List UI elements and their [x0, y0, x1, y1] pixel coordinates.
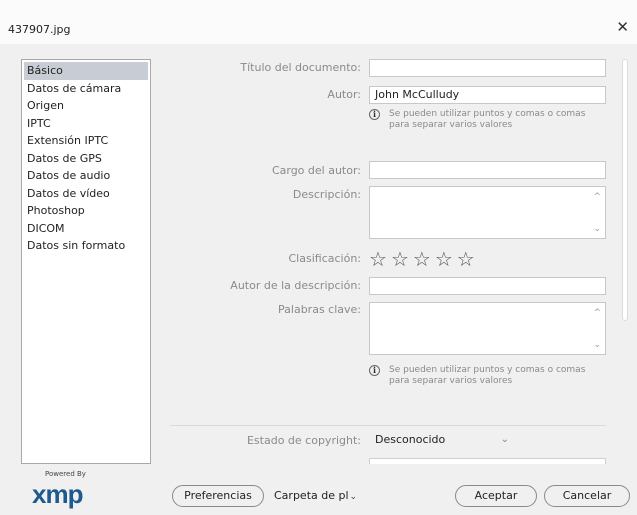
metadata-form: Título del documento: Autor: John McCull…: [160, 44, 620, 464]
author-position-field[interactable]: [369, 161, 606, 179]
category-list: Básico Datos de cámara Origen IPTC Extensión…: [21, 59, 151, 464]
info-icon: i: [369, 109, 380, 120]
title-bar: 437907.jpg ✕: [0, 0, 637, 44]
keywords-label: Palabras clave:: [278, 303, 361, 316]
sidebar-item[interactable]: Origen: [22, 97, 150, 115]
description-field[interactable]: ^ ⌄: [369, 186, 606, 239]
template-folder-dropdown[interactable]: Carpeta de pl⌄: [268, 485, 374, 507]
star-icon[interactable]: ☆: [413, 247, 435, 271]
xmp-logo-text: xmp: [32, 479, 83, 509]
document-title-field[interactable]: [369, 59, 606, 77]
template-folder-label: Carpeta de pl: [274, 489, 349, 502]
sidebar-item[interactable]: DICOM: [22, 220, 150, 238]
document-title-label: Título del documento:: [240, 61, 361, 74]
sidebar-item[interactable]: Básico: [24, 62, 148, 80]
info-icon: i: [369, 365, 380, 376]
chevron-down-icon: ⌄: [500, 434, 509, 445]
sidebar-item[interactable]: Datos de audio: [22, 167, 150, 185]
sidebar-item[interactable]: Datos sin formato: [22, 237, 150, 255]
copyright-status-label: Estado de copyright:: [246, 434, 361, 447]
scroll-down-icon[interactable]: ⌄: [593, 340, 601, 350]
star-icon[interactable]: ☆: [457, 247, 479, 271]
keywords-field[interactable]: ^ ⌄: [369, 302, 606, 355]
scroll-down-icon[interactable]: ⌄: [593, 224, 601, 234]
star-icon[interactable]: ☆: [369, 247, 391, 271]
xmp-logo: Powered By xmp: [30, 470, 110, 510]
partially-hidden-field[interactable]: [369, 458, 606, 464]
keywords-hint-text: Se pueden utilizar puntos y comas o coma…: [389, 365, 586, 386]
form-scrollbar[interactable]: [621, 59, 629, 464]
close-icon[interactable]: ✕: [616, 20, 629, 35]
dialog-body: Básico Datos de cámara Origen IPTC Extensión…: [0, 44, 637, 515]
copyright-status-select[interactable]: Desconocido ⌄: [369, 430, 519, 450]
rating-stars[interactable]: ☆☆☆☆☆: [369, 247, 479, 271]
description-label: Descripción:: [292, 188, 361, 201]
description-writer-field[interactable]: [369, 277, 606, 295]
section-divider: [170, 425, 606, 426]
sidebar-item[interactable]: Extensión IPTC: [22, 132, 150, 150]
ok-button[interactable]: Aceptar: [455, 485, 537, 507]
copyright-status-value: Desconocido: [375, 433, 446, 446]
sidebar-item[interactable]: Datos de vídeo: [22, 185, 150, 203]
author-hint-text: Se pueden utilizar puntos y comas o coma…: [389, 109, 586, 130]
preferences-button[interactable]: Preferencias: [172, 485, 264, 507]
scroll-thumb[interactable]: [622, 59, 628, 321]
powered-by-text: Powered By: [45, 470, 86, 478]
author-field[interactable]: John McCulludy: [369, 86, 606, 104]
author-position-label: Cargo del autor:: [271, 164, 361, 177]
scroll-up-icon[interactable]: ^: [593, 308, 601, 318]
chevron-down-icon: ⌄: [349, 492, 358, 502]
window-title: 437907.jpg: [8, 23, 71, 36]
sidebar-item[interactable]: Datos de GPS: [22, 150, 150, 168]
description-writer-label: Autor de la descripción:: [230, 279, 361, 292]
sidebar-item[interactable]: IPTC: [22, 115, 150, 133]
sidebar-item[interactable]: Datos de cámara: [22, 80, 150, 98]
scroll-up-icon[interactable]: ^: [593, 192, 601, 202]
cancel-button[interactable]: Cancelar: [544, 485, 630, 507]
rating-label: Clasificación:: [288, 252, 362, 265]
sidebar-item[interactable]: Photoshop: [22, 202, 150, 220]
star-icon[interactable]: ☆: [391, 247, 413, 271]
star-icon[interactable]: ☆: [435, 247, 457, 271]
author-label: Autor:: [327, 88, 361, 101]
